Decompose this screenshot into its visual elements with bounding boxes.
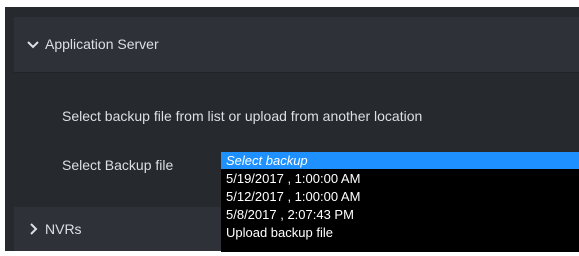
select-backup-file-label: Select Backup file [62,157,174,173]
chevron-down-icon [27,41,39,49]
backup-option-select-backup[interactable]: Select backup [221,152,579,169]
application-server-header[interactable]: Application Server [14,17,579,73]
backup-option-2017-05-12[interactable]: 5/12/2017 , 1:00:00 AM [221,188,579,205]
upload-backup-file-option[interactable]: Upload backup file [221,224,579,241]
application-server-title: Application Server [45,36,159,52]
backup-option-2017-05-19[interactable]: 5/19/2017 , 1:00:00 AM [221,170,579,187]
nvrs-title: NVRs [45,221,82,237]
chevron-right-icon [30,223,38,235]
backup-select-dropdown[interactable]: Select backup 5/19/2017 , 1:00:00 AM 5/1… [221,152,579,252]
backup-option-2017-05-08[interactable]: 5/8/2017 , 2:07:43 PM [221,206,579,223]
backup-instructions: Select backup file from list or upload f… [62,108,423,124]
